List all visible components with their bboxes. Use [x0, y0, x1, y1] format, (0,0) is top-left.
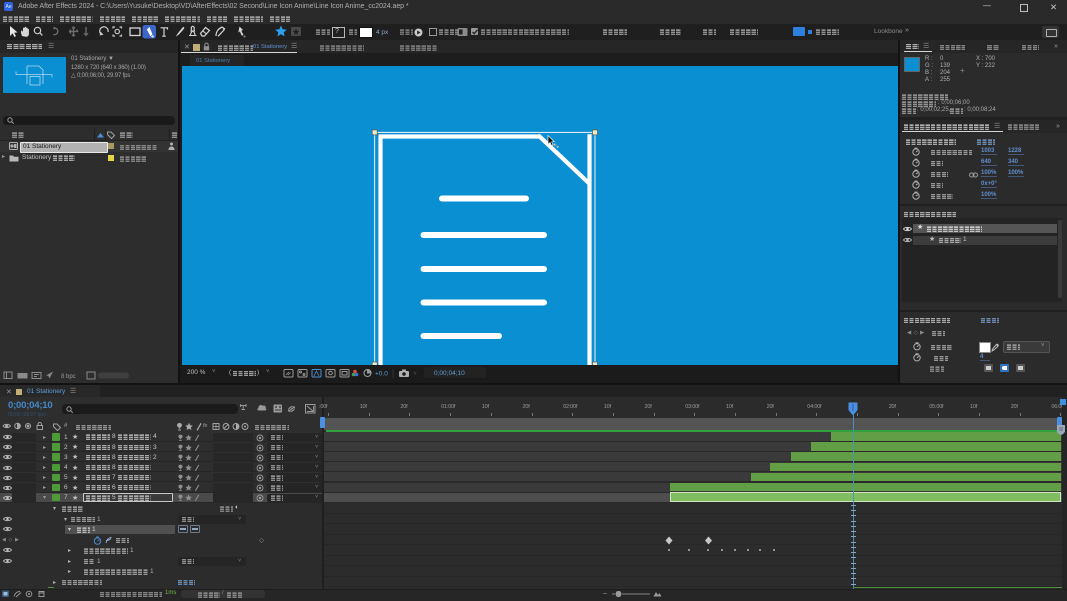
- svg-text:˅: ˅: [413, 371, 417, 378]
- svg-text:8 bpc: 8 bpc: [61, 374, 76, 380]
- svg-text:+0.0: +0.0: [375, 371, 388, 378]
